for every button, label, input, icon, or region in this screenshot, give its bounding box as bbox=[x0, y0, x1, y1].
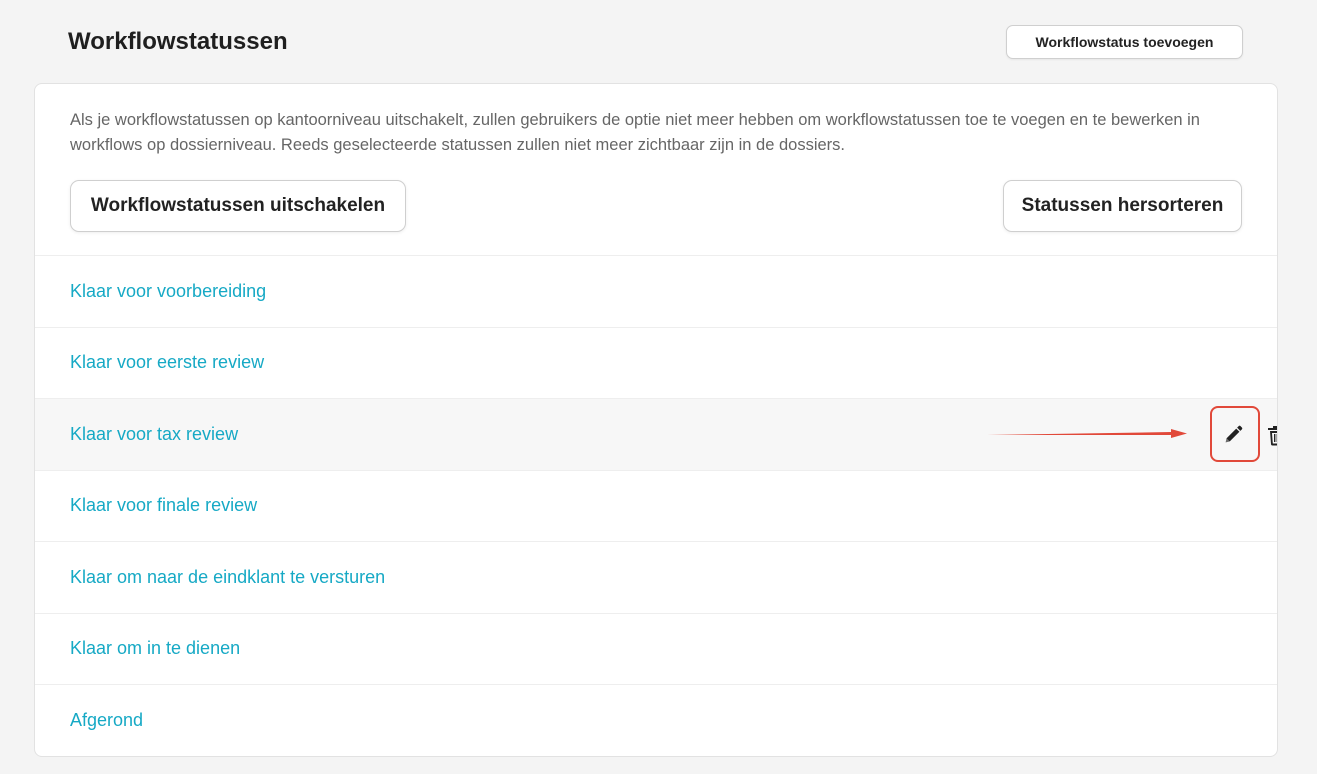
status-label[interactable]: Klaar voor voorbereiding bbox=[70, 281, 266, 302]
page-title: Workflowstatussen bbox=[68, 28, 288, 55]
status-row[interactable]: Klaar voor eerste review bbox=[35, 326, 1277, 399]
info-text: Als je workflowstatussen op kantoornivea… bbox=[70, 111, 1200, 154]
add-workflow-status-button[interactable]: Workflowstatus toevoegen bbox=[1006, 25, 1243, 59]
status-label[interactable]: Klaar om in te dienen bbox=[70, 638, 240, 659]
status-list: Klaar voor voorbereiding Klaar voor eers… bbox=[35, 255, 1277, 756]
status-label[interactable]: Afgerond bbox=[70, 710, 143, 731]
status-label[interactable]: Klaar om naar de eindklant te versturen bbox=[70, 567, 385, 588]
status-label[interactable]: Klaar voor finale review bbox=[70, 495, 257, 516]
status-row[interactable]: Afgerond bbox=[35, 684, 1277, 756]
pencil-icon[interactable] bbox=[1222, 424, 1244, 446]
statuses-card: Als je workflowstatussen op kantoornivea… bbox=[34, 83, 1278, 757]
status-label[interactable]: Klaar voor eerste review bbox=[70, 352, 264, 373]
status-row-hovered[interactable]: Klaar voor tax review bbox=[35, 398, 1277, 470]
disable-statuses-button[interactable]: Workflowstatussen uitschakelen bbox=[70, 180, 406, 232]
workflow-statuses-page: Workflowstatussen Workflowstatus toevoeg… bbox=[0, 0, 1317, 774]
status-row[interactable]: Klaar om in te dienen bbox=[35, 612, 1277, 685]
reorder-statuses-button[interactable]: Statussen hersorteren bbox=[1003, 180, 1242, 232]
status-row[interactable]: Klaar voor finale review bbox=[35, 469, 1277, 542]
status-row[interactable]: Klaar voor voorbereiding bbox=[35, 255, 1277, 327]
annotation-arrow bbox=[987, 429, 1187, 438]
row-actions bbox=[877, 399, 1277, 470]
status-row[interactable]: Klaar om naar de eindklant te versturen bbox=[35, 541, 1277, 613]
status-label[interactable]: Klaar voor tax review bbox=[70, 424, 238, 445]
trash-icon[interactable] bbox=[1266, 424, 1278, 446]
